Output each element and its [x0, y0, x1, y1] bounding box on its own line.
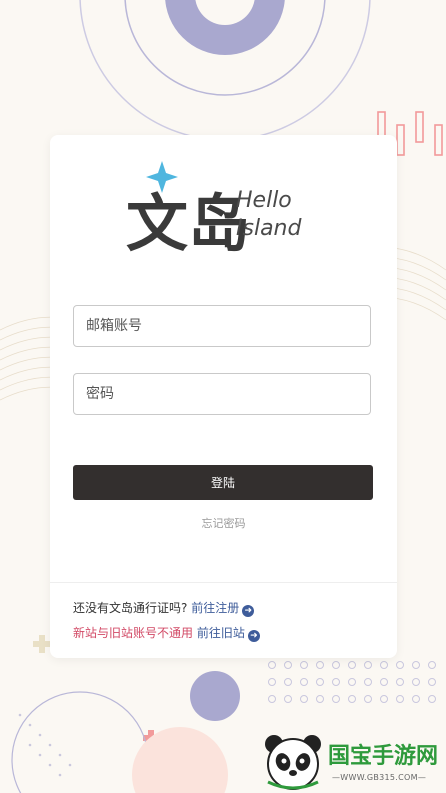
login-button[interactable]: 登陆 [73, 465, 373, 500]
forgot-password-link[interactable]: 忘记密码 [50, 515, 397, 531]
panda-icon [265, 735, 321, 790]
register-link[interactable]: 前往注册 ➜ [191, 601, 255, 617]
logo-brand-text: 文岛 [126, 187, 250, 257]
logo-hello-text: Hello [236, 188, 292, 213]
watermark-url: —WWW.GB315.COM— [332, 773, 427, 782]
account-notice-text: 新站与旧站账号不通用 [73, 626, 194, 640]
logo-island-text: Island [236, 216, 302, 241]
wendao-logo: 文岛 Hello Island [126, 161, 302, 257]
old-site-row: 新站与旧站账号不通用 前往旧站 ➜ [73, 625, 260, 642]
old-site-link-label: 前往旧站 [196, 626, 245, 640]
watermark-title: 国宝手游网 [328, 744, 439, 769]
site-watermark: 国宝手游网 —WWW.GB315.COM— [262, 730, 446, 793]
password-input[interactable] [73, 373, 371, 415]
divider [50, 582, 397, 583]
register-row: 还没有文岛通行证吗? 前往注册 ➜ [73, 600, 255, 617]
login-card: 文岛 Hello Island 登陆 忘记密码 还没有文岛通行证吗? 前往注册➜… [50, 135, 397, 658]
email-input[interactable] [73, 305, 371, 347]
old-site-link[interactable]: 前往旧站 ➜ [196, 626, 260, 642]
arrow-right-circle-icon: ➜ [247, 630, 260, 642]
no-pass-text: 还没有文岛通行证吗? [73, 601, 188, 615]
arrow-right-circle-icon: ➜ [242, 605, 255, 617]
register-link-label: 前往注册 [191, 601, 240, 615]
